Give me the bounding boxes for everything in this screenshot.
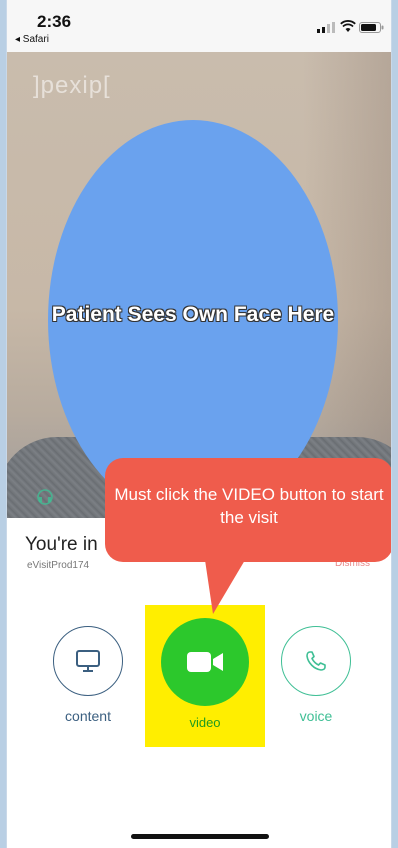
self-view-camera: ]pexip[ Patient Sees Own Face Here	[7, 52, 391, 518]
callout-text: Must click the VIDEO button to start the…	[114, 485, 384, 527]
headset-icon	[37, 489, 53, 505]
back-to-safari-link[interactable]: ◂ Safari	[15, 34, 49, 45]
voice-button[interactable]	[281, 626, 351, 696]
monitor-icon	[76, 650, 100, 672]
home-indicator[interactable]	[131, 834, 269, 839]
content-label: content	[65, 708, 111, 724]
phone-icon	[306, 651, 326, 671]
joined-title: You're in	[25, 534, 98, 555]
face-placeholder-label: Patient Sees Own Face Here	[51, 303, 335, 326]
phone-screen: 2:36 ◂ Safari ]pexip[ Patient Sees Own F…	[6, 0, 392, 848]
status-bar: 2:36 ◂ Safari	[7, 0, 391, 52]
status-time: 2:36	[37, 12, 72, 31]
conference-name: eVisitProd174	[27, 560, 90, 571]
signal-icon	[317, 22, 335, 33]
battery-icon	[359, 22, 384, 33]
video-label: video	[189, 715, 221, 730]
video-camera-icon	[187, 652, 223, 672]
voice-label: voice	[299, 708, 333, 724]
pexip-logo: ]pexip[	[33, 72, 111, 99]
call-controls-panel: You're in eVisitProd174 Dismiss content …	[7, 518, 391, 848]
video-button[interactable]	[161, 618, 249, 706]
content-button[interactable]	[53, 626, 123, 696]
callout-pointer	[205, 560, 245, 614]
wifi-icon	[340, 20, 356, 32]
